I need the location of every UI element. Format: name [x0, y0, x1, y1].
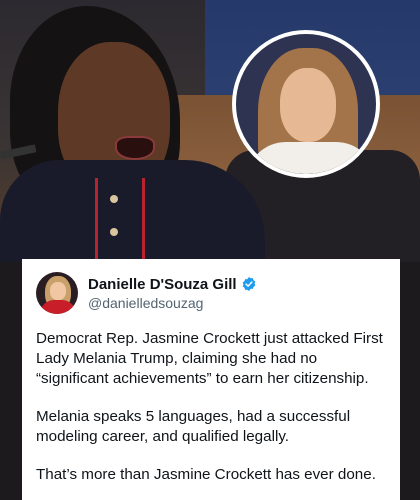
- tweet-card: Danielle D'Souza Gill @danielledsouzag D…: [22, 259, 400, 500]
- news-photo: [0, 0, 420, 262]
- verified-badge-icon: [242, 277, 255, 291]
- avatar[interactable]: [36, 272, 78, 314]
- author-name[interactable]: Danielle D'Souza Gill: [88, 276, 237, 293]
- tweet-paragraph: That’s more than Jasmine Crockett has ev…: [36, 466, 376, 483]
- tweet-header: Danielle D'Souza Gill @danielledsouzag: [36, 269, 386, 317]
- tweet-paragraph: Melania speaks 5 languages, had a succes…: [36, 408, 351, 445]
- post-image: Danielle D'Souza Gill @danielledsouzag D…: [0, 0, 420, 500]
- speaker-figure: [0, 0, 265, 262]
- author-handle[interactable]: @danielledsouzag: [88, 295, 257, 311]
- inset-portrait: [232, 30, 380, 178]
- tweet-paragraph: Democrat Rep. Jasmine Crockett just atta…: [36, 330, 383, 387]
- tweet-text: Democrat Rep. Jasmine Crockett just atta…: [36, 329, 386, 485]
